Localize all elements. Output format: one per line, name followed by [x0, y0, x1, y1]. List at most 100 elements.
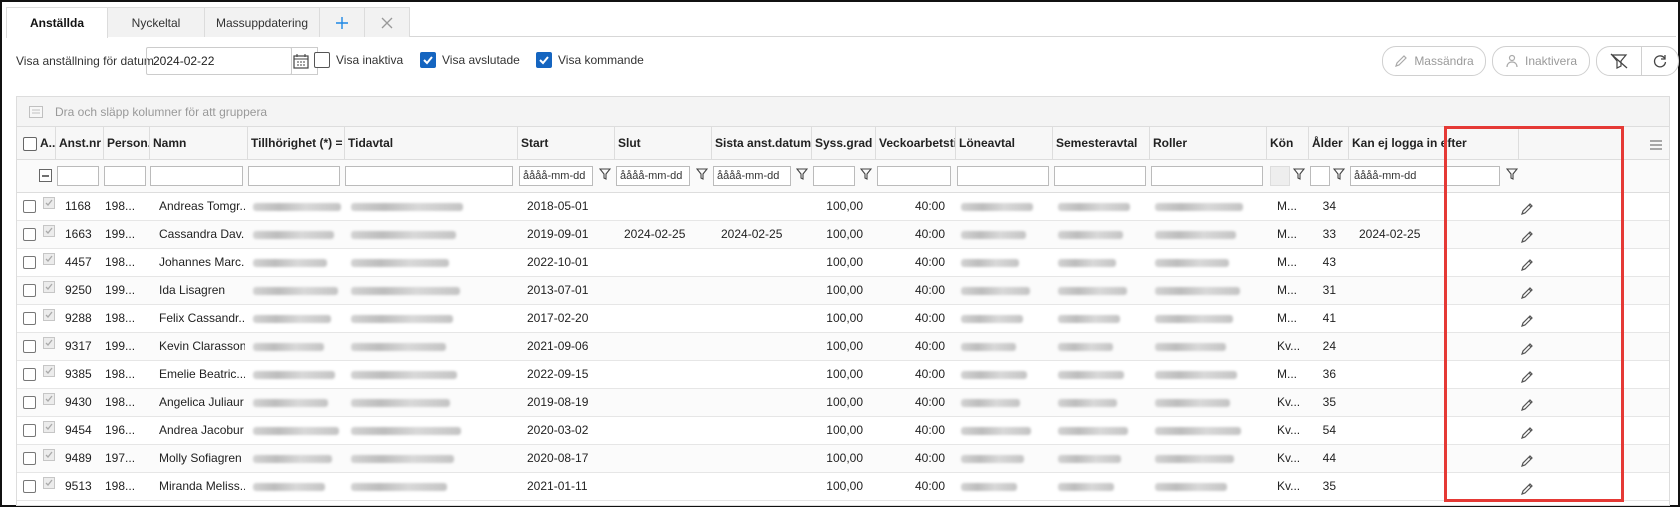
filter-start-date[interactable]: åååå-mm-dd [519, 166, 593, 186]
filter-icon[interactable] [599, 168, 611, 180]
table-row[interactable]: 9250 199... Ida Lisagren 2013-07-01 100,00 40… [17, 277, 1669, 305]
pencil-icon [1521, 287, 1533, 299]
row-select-checkbox[interactable] [23, 424, 36, 437]
tab-mass-update[interactable]: Massuppdatering [204, 7, 320, 37]
column-header-employment-rate[interactable]: Syss.grad [811, 127, 875, 160]
filter-age[interactable] [1310, 166, 1330, 186]
table-row[interactable]: 9513 198... Miranda Meliss... 2021-01-11 100… [17, 473, 1669, 501]
row-select-checkbox[interactable] [23, 312, 36, 325]
refresh-button[interactable] [1641, 46, 1679, 76]
column-header-age[interactable]: Ålder [1308, 127, 1348, 160]
filter-anst-nr[interactable] [57, 166, 99, 186]
table-row[interactable]: 4457 198... Johannes Marc... 2022-10-01 100,… [17, 249, 1669, 277]
start-cell: 2018-05-01 [527, 199, 589, 213]
column-header-a[interactable]: A... [37, 127, 55, 160]
column-header-cannot-login-after[interactable]: Kan ej logga in efter [1348, 127, 1518, 160]
column-header-gender[interactable]: Kön [1266, 127, 1308, 160]
filter-affiliation[interactable] [248, 166, 340, 186]
filter-vacation-agreement[interactable] [1054, 166, 1146, 186]
calendar-button[interactable] [284, 47, 318, 75]
row-select-checkbox[interactable] [23, 396, 36, 409]
edit-row-button[interactable] [1520, 277, 1540, 304]
filter-toggle-checkbox[interactable] [39, 169, 52, 182]
edit-row-button[interactable] [1520, 473, 1540, 500]
tab-key-figures[interactable]: Nyckeltal [107, 7, 205, 37]
column-header-salary-agreement[interactable]: Löneavtal [955, 127, 1052, 160]
table-row[interactable]: 1663 199... Cassandra Dav... 2019-09-01 2024… [17, 221, 1669, 249]
filter-person[interactable] [104, 166, 146, 186]
row-select-checkbox[interactable] [23, 284, 36, 297]
table-row[interactable]: 9489 197... Molly Sofiagren 2020-08-17 100,0… [17, 445, 1669, 473]
column-header-affiliation[interactable]: Tillhörighet (*) = S... [247, 127, 344, 160]
edit-row-button[interactable] [1520, 361, 1540, 388]
row-select-checkbox[interactable] [23, 228, 36, 241]
edit-row-button[interactable] [1520, 249, 1540, 276]
row-select-checkbox[interactable] [23, 256, 36, 269]
pencil-icon [1395, 55, 1408, 67]
redacted-cell [253, 427, 339, 435]
active-checkbox [43, 309, 55, 321]
column-header-start[interactable]: Start [517, 127, 614, 160]
table-row[interactable]: 9430 198... Angelica Juliaur 2019-08-19 100,… [17, 389, 1669, 417]
column-header-last-employment-date[interactable]: Sista anst.datum [711, 127, 811, 160]
edit-row-button[interactable] [1520, 333, 1540, 360]
add-tab-button[interactable] [319, 7, 365, 37]
filter-employment-rate[interactable] [813, 166, 855, 186]
clear-filter-button[interactable] [1596, 46, 1642, 76]
filter-icon[interactable] [1333, 168, 1345, 180]
column-menu-button[interactable] [1650, 139, 1662, 153]
column-header-name[interactable]: Namn [149, 127, 247, 160]
table-row[interactable]: 1168 198... Andreas Tomgr... 2018-05-01 100,… [17, 193, 1669, 221]
row-select-checkbox[interactable] [23, 452, 36, 465]
row-select-checkbox[interactable] [23, 200, 36, 213]
edit-row-button[interactable] [1520, 305, 1540, 332]
tab-employees[interactable]: Anställda [6, 7, 108, 38]
edit-row-button[interactable] [1520, 389, 1540, 416]
redacted-cell [253, 203, 341, 211]
show-inactive-checkbox[interactable]: Visa inaktiva [314, 52, 403, 68]
filter-icon[interactable] [796, 168, 808, 180]
filter-roles[interactable] [1151, 166, 1263, 186]
filter-cannot-login-after[interactable]: åååå-mm-dd [1350, 166, 1500, 186]
edit-row-button[interactable] [1520, 417, 1540, 444]
row-select-checkbox[interactable] [23, 368, 36, 381]
filter-last-employment-date[interactable]: åååå-mm-dd [713, 166, 791, 186]
filter-name[interactable] [150, 166, 243, 186]
filter-weekly-hours[interactable] [877, 166, 951, 186]
table-row[interactable]: 9454 196... Andrea Jacobur 2020-03-02 100,00… [17, 417, 1669, 445]
deactivate-button[interactable]: Inaktivera [1492, 46, 1590, 76]
redacted-cell [1058, 455, 1121, 463]
row-select-checkbox[interactable] [23, 340, 36, 353]
table-row[interactable]: 9317 199... Kevin Clarasson 2021-09-06 100,0… [17, 333, 1669, 361]
column-header-roles[interactable]: Roller [1149, 127, 1266, 160]
filter-icon[interactable] [696, 168, 708, 180]
filter-icon[interactable] [1293, 168, 1305, 180]
filter-end-date[interactable]: åååå-mm-dd [616, 166, 690, 186]
filter-icon[interactable] [860, 168, 872, 180]
filter-gender[interactable] [1270, 166, 1290, 186]
show-upcoming-checkbox[interactable]: Visa kommande [536, 52, 644, 68]
select-all-checkbox[interactable] [23, 137, 37, 151]
column-header-end[interactable]: Slut [614, 127, 711, 160]
column-header-time-agreement[interactable]: Tidavtal [344, 127, 517, 160]
row-select-checkbox[interactable] [23, 480, 36, 493]
filter-icon[interactable] [1506, 168, 1518, 180]
show-ended-checkbox[interactable]: Visa avslutade [420, 52, 520, 68]
close-tab-button[interactable] [364, 7, 410, 37]
group-panel[interactable]: Dra och släpp kolumner för att gruppera [17, 97, 1669, 127]
date-field[interactable]: 2024-02-22 [146, 47, 292, 75]
column-header-weekly-hours[interactable]: Veckoarbetstid [875, 127, 955, 160]
gender-cell: M... [1277, 199, 1297, 213]
column-header-person[interactable]: Person... [103, 127, 149, 160]
filter-time-agreement[interactable] [345, 166, 513, 186]
redacted-cell [253, 231, 334, 239]
column-header-anst-nr[interactable]: Anst.nr [55, 127, 103, 160]
filter-salary-agreement[interactable] [957, 166, 1049, 186]
column-header-vacation-agreement[interactable]: Semesteravtal [1052, 127, 1149, 160]
mass-edit-button[interactable]: Massändra [1382, 46, 1486, 76]
table-row[interactable]: 9385 198... Emelie Beatric... 2022-09-15 100… [17, 361, 1669, 389]
edit-row-button[interactable] [1520, 221, 1540, 248]
edit-row-button[interactable] [1520, 193, 1540, 220]
table-row[interactable]: 9288 198... Felix Cassandr... 2017-02-20 100… [17, 305, 1669, 333]
edit-row-button[interactable] [1520, 445, 1540, 472]
